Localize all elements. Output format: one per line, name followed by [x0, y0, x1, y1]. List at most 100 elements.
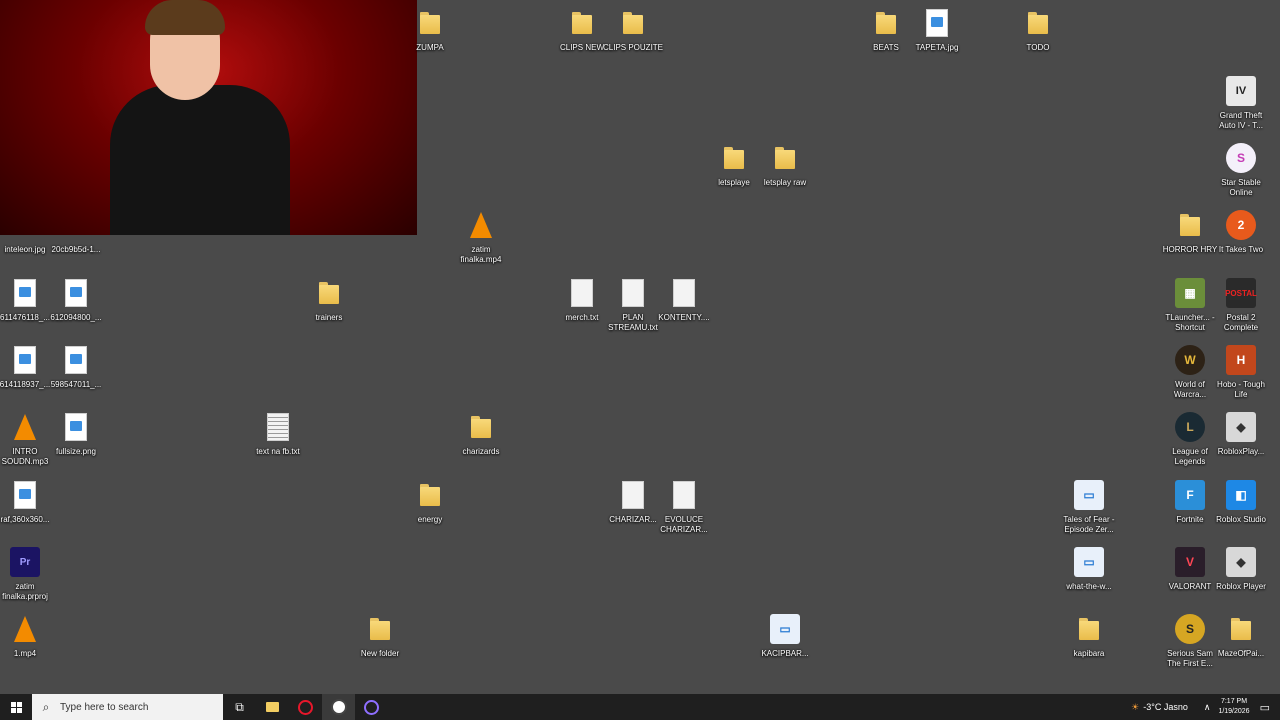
text-file-icon — [673, 481, 695, 509]
webcam-person-body — [110, 85, 290, 235]
it-takes-two-icon: 2 — [1226, 210, 1256, 240]
folder-icon — [1180, 214, 1200, 236]
desktop-icon-letsplaye[interactable]: letsplaye — [709, 141, 759, 188]
desktop-icon-postal2[interactable]: POSTAL Postal 2 Complete — [1216, 276, 1266, 333]
folder-icon — [471, 416, 491, 438]
desktop-icon-fortnite[interactable]: F Fortnite — [1165, 478, 1215, 525]
minecraft-icon: ▦ — [1175, 278, 1205, 308]
desktop-icon-energy[interactable]: energy — [405, 478, 455, 525]
gta-icon: IV — [1226, 76, 1256, 106]
folder-icon — [724, 147, 744, 169]
taskbar-search-box[interactable]: ⌕ Type here to search — [32, 694, 223, 720]
chevron-up-icon[interactable]: ∧ — [1204, 702, 1211, 713]
desktop-icon-league[interactable]: L League of Legends — [1165, 410, 1215, 467]
desktop-icon-kapibara[interactable]: kapibara — [1064, 612, 1114, 659]
opera-button[interactable] — [289, 694, 322, 720]
folder-icon — [319, 282, 339, 304]
desktop-icon-inteleon[interactable]: inteleon.jpg — [0, 208, 50, 255]
desktop-icon-merch[interactable]: merch.txt — [557, 276, 607, 323]
start-button[interactable] — [0, 694, 32, 720]
star-stable-icon: S — [1226, 143, 1256, 173]
webcam-overlay — [0, 0, 417, 235]
desktop-icon-star-stable[interactable]: S Star Stable Online — [1216, 141, 1266, 198]
task-view-icon: ⧉ — [235, 699, 244, 714]
desktop-icon-evoluce-charizar[interactable]: EVOLUCE CHARIZAR... — [659, 478, 709, 535]
folder-icon — [1231, 618, 1251, 640]
desktop-icon-roblox-studio[interactable]: ◧ Roblox Studio — [1216, 478, 1266, 525]
vlc-icon — [470, 212, 492, 238]
vlc-icon — [14, 616, 36, 642]
desktop-icon-plan-streamu[interactable]: PLAN STREAMU.txt — [608, 276, 658, 333]
desktop-icon-intro-soudn[interactable]: INTRO SOUDN.mp3 — [0, 410, 50, 467]
desktop-icon-zatim-finalka-prproj[interactable]: Pr zatim finalka.prproj — [0, 545, 50, 602]
desktop-icon-wow[interactable]: W World of Warcra... — [1165, 343, 1215, 400]
folder-icon — [572, 12, 592, 34]
desktop-icon-it-takes-two[interactable]: 2 It Takes Two — [1216, 208, 1266, 255]
desktop-icon-trainers[interactable]: trainers — [304, 276, 354, 323]
shortcut-icon: ▭ — [1074, 547, 1104, 577]
desktop-icon-valorant[interactable]: V VALORANT — [1165, 545, 1215, 592]
serious-sam-icon: S — [1175, 614, 1205, 644]
desktop-icon-fullsize[interactable]: fullsize.png — [51, 410, 101, 457]
desktop-icon-roblox-player[interactable]: ◆ Roblox Player — [1216, 545, 1266, 592]
obs-icon — [330, 699, 347, 715]
file-explorer-button[interactable] — [256, 694, 289, 720]
folder-icon — [420, 12, 440, 34]
folder-icon — [420, 484, 440, 506]
desktop-icon-serious-sam[interactable]: S Serious Sam The First E... — [1165, 612, 1215, 669]
premiere-icon: Pr — [10, 547, 40, 577]
desktop-icon-new-folder[interactable]: New folder — [355, 612, 405, 659]
desktop-icon-beats[interactable]: BEATS — [861, 6, 911, 53]
desktop-icon-gta4[interactable]: IV Grand Theft Auto IV - T... — [1216, 74, 1266, 131]
text-file-icon — [571, 279, 593, 307]
text-file-icon — [622, 481, 644, 509]
clock-time: 7:17 PM — [1220, 698, 1248, 705]
postal-icon: POSTAL — [1225, 278, 1257, 308]
desktop-icon-clips-pouzite[interactable]: CLIPS POUZITE — [603, 6, 663, 53]
obs-button[interactable] — [322, 694, 355, 720]
desktop-icon-todo[interactable]: TODO — [1013, 6, 1063, 53]
desktop-icon-charizards[interactable]: charizards — [456, 410, 506, 457]
folder-icon — [370, 618, 390, 640]
desktop-icon-kacipbar[interactable]: ▭ KACIPBAR... — [760, 612, 810, 659]
desktop-icon-what-the-w[interactable]: ▭ what-the-w... — [1064, 545, 1114, 592]
desktop-icon-hobo[interactable]: H Hobo - Tough Life — [1216, 343, 1266, 400]
search-icon: ⌕ — [42, 699, 50, 714]
desktop-icon-tlauncher[interactable]: ▦ TLauncher... - Shortcut — [1165, 276, 1215, 333]
clock-date: 1/19/2026 — [1218, 708, 1250, 715]
clock[interactable]: 7:17 PM 1/19/2026 — [1218, 697, 1249, 717]
task-view-button[interactable]: ⧉ — [223, 694, 256, 720]
desktop-icon-mazeofpai[interactable]: MazeOfPai... — [1216, 612, 1266, 659]
desktop-icon-612094800[interactable]: 612094800_... — [50, 276, 102, 323]
desktop-icon-robloxplay[interactable]: ◆ RobloxPlay... — [1216, 410, 1266, 457]
notification-icon[interactable]: ▭ — [1260, 701, 1270, 714]
desktop-icon-kontenty[interactable]: KONTENTY.... — [658, 276, 710, 323]
desktop-icon-charizar[interactable]: CHARIZAR... — [608, 478, 658, 525]
desktop-icon-zatim-finalka-mp4[interactable]: zatim finalka.mp4 — [456, 208, 506, 265]
valorant-icon: V — [1175, 547, 1205, 577]
league-icon: L — [1175, 412, 1205, 442]
desktop-icon-20cb9b5d[interactable]: 20cb9b5d-1... — [51, 208, 101, 255]
shortcut-icon: ▭ — [770, 614, 800, 644]
desktop: ZUMPA CLIPS NEW CLIPS POUZITE BEATS TAPE… — [0, 0, 1280, 694]
desktop-icon-tales-of-fear[interactable]: ▭ Tales of Fear - Episode Zer... — [1063, 478, 1115, 535]
desktop-icon-text-na-fb[interactable]: text na fb.txt — [253, 410, 303, 457]
system-tray: ☀ -3°C Jasno ∧ 7:17 PM 1/19/2026 ▭ — [1131, 694, 1280, 720]
app-button[interactable] — [355, 694, 388, 720]
desktop-icon-1mp4[interactable]: 1.mp4 — [0, 612, 50, 659]
desktop-icon-clips-new[interactable]: CLIPS NEW — [557, 6, 607, 53]
desktop-icon-611476118[interactable]: 611476118_... — [0, 276, 50, 323]
image-file-icon — [65, 279, 87, 307]
desktop-icon-tapeta[interactable]: TAPETA.jpg — [912, 6, 962, 53]
desktop-icon-horror-hry[interactable]: HORROR HRY — [1163, 208, 1217, 255]
desktop-icon-letsplay-raw[interactable]: letsplay raw — [760, 141, 810, 188]
weather-widget[interactable]: ☀ -3°C Jasno — [1131, 702, 1188, 713]
folder-icon — [623, 12, 643, 34]
desktop-icon-raf360[interactable]: raf,360x360... — [0, 478, 50, 525]
desktop-icon-614118937[interactable]: 614118937_... — [0, 343, 50, 390]
folder-icon — [775, 147, 795, 169]
desktop-icon-598547011[interactable]: 598547011_... — [51, 343, 101, 390]
folder-icon — [876, 12, 896, 34]
roblox-icon: ◆ — [1226, 412, 1256, 442]
desktop-icon-zumpa[interactable]: ZUMPA — [405, 6, 455, 53]
